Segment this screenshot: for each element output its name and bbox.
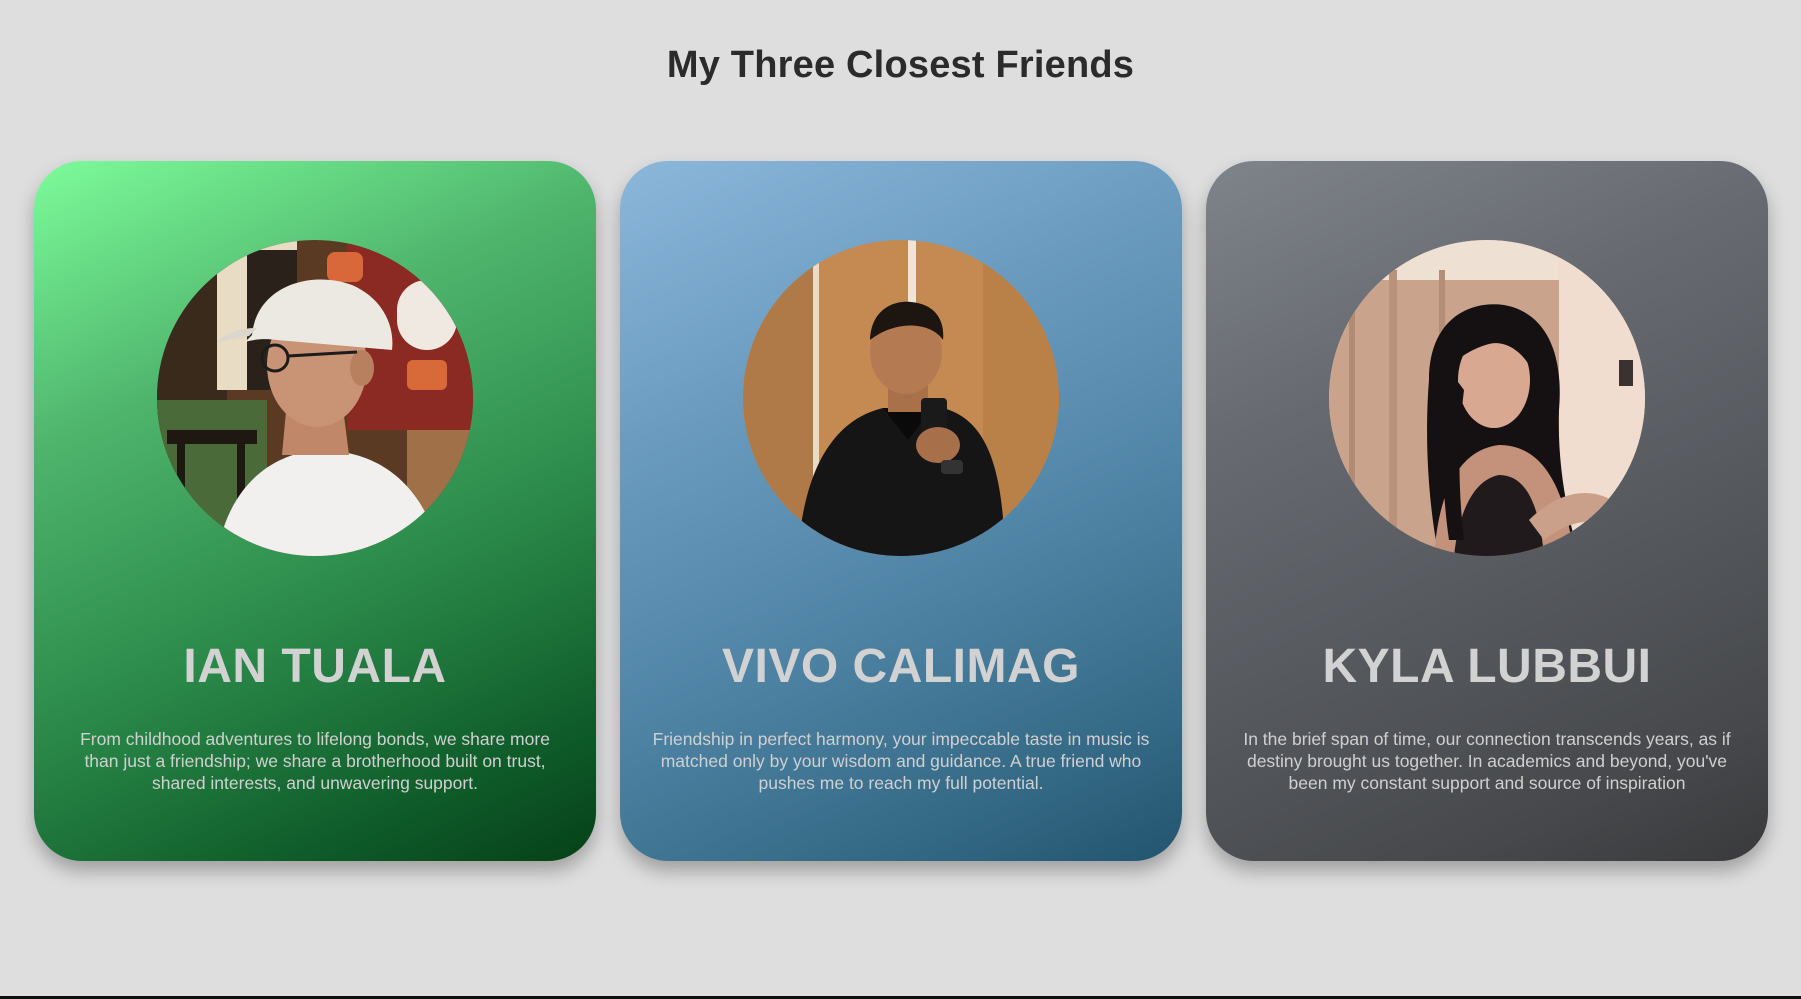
profile-photo-vivo bbox=[743, 240, 1059, 556]
friend-description: Friendship in perfect harmony, your impe… bbox=[652, 729, 1150, 793]
friend-card-vivo[interactable]: VIVO CALIMAG Friendship in perfect harmo… bbox=[620, 161, 1182, 861]
friend-card-ian[interactable]: IAN TUALA From childhood adventures to l… bbox=[34, 161, 596, 861]
friend-photo bbox=[1329, 240, 1645, 556]
profile-photo-kyla bbox=[1329, 240, 1645, 556]
friend-name: VIVO CALIMAG bbox=[721, 640, 1080, 693]
friend-photo bbox=[157, 240, 473, 556]
friend-name: IAN TUALA bbox=[183, 640, 447, 693]
friends-cards: IAN TUALA From childhood adventures to l… bbox=[34, 161, 1768, 861]
friend-description: From childhood adventures to lifelong bo… bbox=[80, 729, 550, 793]
friend-card-kyla[interactable]: KYLA LUBBUI In the brief span of time, o… bbox=[1206, 161, 1768, 861]
page-title: My Three Closest Friends bbox=[666, 44, 1135, 86]
friend-description: In the brief span of time, our connectio… bbox=[1243, 729, 1731, 793]
friend-photo bbox=[743, 240, 1059, 556]
friend-name: KYLA LUBBUI bbox=[1322, 640, 1652, 693]
profile-photo-ian bbox=[157, 240, 473, 556]
page: My Three Closest Friends IAN TUALA From … bbox=[0, 0, 1801, 999]
